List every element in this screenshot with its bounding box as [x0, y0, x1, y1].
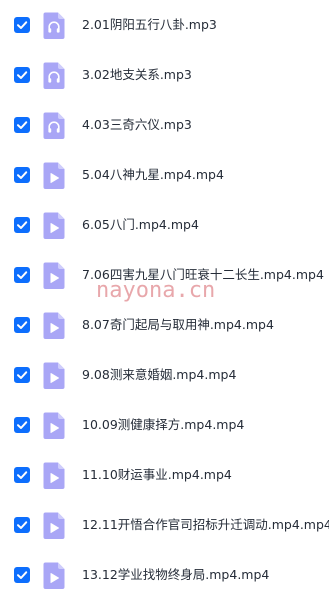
- video-file-icon: [43, 262, 65, 289]
- file-row[interactable]: 5.04八神九星.mp4.mp4: [0, 152, 329, 202]
- video-file-icon: [43, 412, 65, 439]
- audio-file-icon: [43, 62, 65, 89]
- video-file-icon: [43, 212, 65, 239]
- file-name[interactable]: 5.04八神九星.mp4.mp4: [82, 166, 224, 184]
- file-list: 2.01阴阳五行八卦.mp3 3.02地支关系.mp3 4.03三奇六仪.mp3…: [0, 0, 329, 606]
- file-row[interactable]: 7.06四害九星八门旺衰十二长生.mp4.mp4: [0, 252, 329, 302]
- file-name[interactable]: 2.01阴阳五行八卦.mp3: [82, 16, 217, 34]
- checkbox[interactable]: [14, 367, 30, 383]
- file-row[interactable]: 8.07奇门起局与取用神.mp4.mp4: [0, 302, 329, 352]
- checkbox[interactable]: [14, 117, 30, 133]
- checkbox[interactable]: [14, 417, 30, 433]
- file-row[interactable]: 4.03三奇六仪.mp3: [0, 102, 329, 152]
- file-name[interactable]: 10.09测健康择方.mp4.mp4: [82, 416, 244, 434]
- file-name[interactable]: 8.07奇门起局与取用神.mp4.mp4: [82, 316, 274, 334]
- file-name[interactable]: 11.10财运事业.mp4.mp4: [82, 466, 232, 484]
- file-row[interactable]: 9.08测来意婚姻.mp4.mp4: [0, 352, 329, 402]
- file-name[interactable]: 4.03三奇六仪.mp3: [82, 116, 192, 134]
- file-row[interactable]: 2.01阴阳五行八卦.mp3: [0, 2, 329, 52]
- file-name[interactable]: 7.06四害九星八门旺衰十二长生.mp4.mp4: [82, 266, 324, 284]
- audio-file-icon: [43, 112, 65, 139]
- file-row[interactable]: 10.09测健康择方.mp4.mp4: [0, 402, 329, 452]
- video-file-icon: [43, 512, 65, 539]
- video-file-icon: [43, 462, 65, 489]
- checkbox[interactable]: [14, 67, 30, 83]
- file-row[interactable]: 3.02地支关系.mp3: [0, 52, 329, 102]
- file-row[interactable]: 12.11开悟合作官司招标升迁调动.mp4.mp4: [0, 502, 329, 552]
- file-name[interactable]: 3.02地支关系.mp3: [82, 66, 192, 84]
- file-name[interactable]: 13.12学业找物终身局.mp4.mp4: [82, 566, 269, 584]
- checkbox[interactable]: [14, 167, 30, 183]
- file-row[interactable]: 6.05八门.mp4.mp4: [0, 202, 329, 252]
- video-file-icon: [43, 362, 65, 389]
- audio-file-icon: [43, 12, 65, 39]
- file-row[interactable]: 13.12学业找物终身局.mp4.mp4: [0, 552, 329, 602]
- video-file-icon: [43, 562, 65, 589]
- checkbox[interactable]: [14, 17, 30, 33]
- file-name[interactable]: 12.11开悟合作官司招标升迁调动.mp4.mp4: [82, 516, 329, 534]
- video-file-icon: [43, 162, 65, 189]
- checkbox[interactable]: [14, 267, 30, 283]
- file-name[interactable]: 9.08测来意婚姻.mp4.mp4: [82, 366, 236, 384]
- video-file-icon: [43, 312, 65, 339]
- checkbox[interactable]: [14, 317, 30, 333]
- checkbox[interactable]: [14, 517, 30, 533]
- checkbox[interactable]: [14, 467, 30, 483]
- checkbox[interactable]: [14, 217, 30, 233]
- file-row[interactable]: 11.10财运事业.mp4.mp4: [0, 452, 329, 502]
- checkbox[interactable]: [14, 567, 30, 583]
- file-name[interactable]: 6.05八门.mp4.mp4: [82, 216, 199, 234]
